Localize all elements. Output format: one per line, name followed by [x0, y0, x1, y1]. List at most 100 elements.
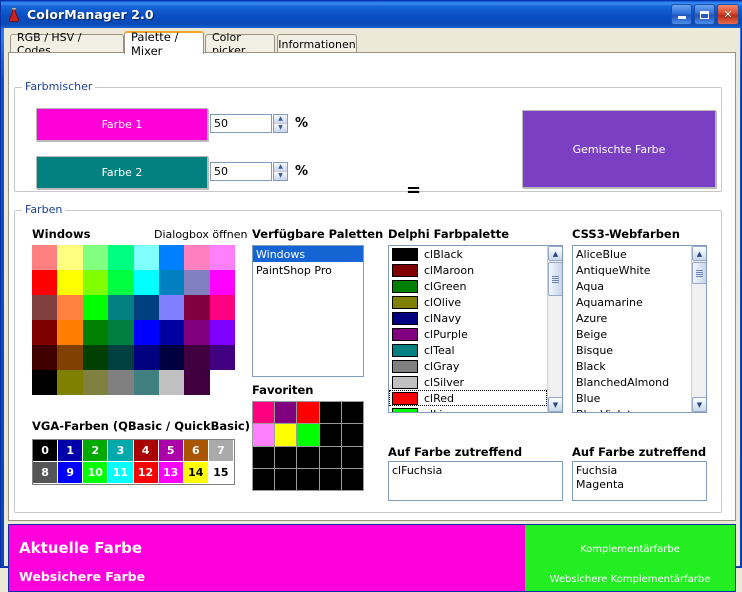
list-item[interactable]: Blue	[573, 390, 691, 406]
vga-color-cell[interactable]: 3	[108, 440, 134, 462]
current-color-bar[interactable]: Aktuelle Farbe Websichere Farbe	[9, 525, 525, 591]
windows-color-cell[interactable]	[108, 345, 134, 370]
dialogbox-oeffnen-link[interactable]: Dialogbox öffnen	[154, 228, 247, 241]
favorite-color-cell[interactable]	[275, 402, 297, 424]
delphi-palette-listbox[interactable]: clBlack clMaroon clGreen clOlive clNavy clPur…	[388, 245, 563, 413]
list-item[interactable]: clPurple	[389, 326, 547, 342]
windows-color-cell[interactable]	[32, 270, 58, 295]
windows-color-cell[interactable]	[82, 320, 109, 345]
list-item[interactable]: clRed	[389, 390, 547, 406]
vga-color-cell[interactable]: 2	[83, 440, 109, 462]
windows-color-cell[interactable]	[209, 295, 235, 320]
favorite-color-cell[interactable]	[253, 468, 275, 490]
vga-color-cell[interactable]: 1	[58, 440, 84, 462]
farbe1-spin-buttons[interactable]: ▲ ▼	[273, 114, 288, 133]
windows-color-cell[interactable]	[108, 270, 134, 295]
vga-color-cell[interactable]: 14	[183, 462, 209, 484]
windows-color-cell[interactable]	[158, 295, 185, 320]
vga-color-grid[interactable]: 0 1 2 3 4 5 6 7 8 9 10 11 12 13 14 15	[32, 439, 235, 485]
windows-color-cell[interactable]	[133, 370, 159, 395]
list-item[interactable]: Bisque	[573, 342, 691, 358]
css3-webcolors-listbox[interactable]: AliceBlue AntiqueWhite Aqua Aquamarine Azure…	[572, 245, 707, 413]
list-item[interactable]: Black	[573, 358, 691, 374]
windows-color-cell[interactable]	[184, 245, 210, 270]
favorite-color-cell[interactable]	[341, 468, 363, 490]
list-item[interactable]: Windows	[253, 246, 363, 262]
scroll-up-icon[interactable]: ▲	[692, 246, 706, 261]
tab-palette-mixer[interactable]: Palette / Mixer	[124, 30, 204, 58]
favorite-color-cell[interactable]	[297, 446, 319, 468]
windows-color-cell[interactable]	[209, 320, 235, 345]
vga-color-cell[interactable]: 5	[158, 440, 184, 462]
favorite-color-cell[interactable]	[319, 446, 341, 468]
farbe2-button[interactable]: Farbe 2	[36, 156, 208, 189]
windows-color-cell[interactable]	[57, 370, 83, 395]
farbe2-percent-input[interactable]: 50	[210, 162, 272, 181]
available-palettes-listbox[interactable]: Windows PaintShop Pro	[252, 245, 364, 377]
favorite-color-cell[interactable]	[319, 468, 341, 490]
list-item[interactable]: clSilver	[389, 374, 547, 390]
windows-color-cell[interactable]	[108, 245, 134, 270]
windows-color-cell[interactable]	[57, 295, 83, 320]
spin-down-icon[interactable]: ▼	[274, 124, 287, 132]
css-scrollbar[interactable]: ▲ ▼	[691, 246, 706, 412]
palettes-list[interactable]: Windows PaintShop Pro	[253, 246, 363, 376]
scroll-down-icon[interactable]: ▼	[692, 397, 706, 412]
list-item[interactable]: BlueViolet	[573, 406, 691, 413]
list-item[interactable]: clOlive	[389, 294, 547, 310]
windows-color-cell[interactable]	[57, 345, 83, 370]
windows-color-grid[interactable]	[32, 245, 235, 395]
list-item[interactable]: Aquamarine	[573, 294, 691, 310]
windows-color-cell[interactable]	[184, 320, 210, 345]
vga-color-cell[interactable]: 11	[108, 462, 134, 484]
favorite-color-cell[interactable]	[275, 468, 297, 490]
favorite-color-cell[interactable]	[319, 424, 341, 446]
vga-color-cell[interactable]: 12	[133, 462, 159, 484]
windows-color-cell[interactable]	[108, 320, 134, 345]
windows-color-cell[interactable]	[82, 270, 109, 295]
scrollbar-thumb[interactable]	[548, 262, 562, 296]
list-item[interactable]: clMaroon	[389, 262, 547, 278]
scroll-down-icon[interactable]: ▼	[548, 397, 562, 412]
farbe2-spin-buttons[interactable]: ▲ ▼	[273, 162, 288, 181]
list-item[interactable]: clNavy	[389, 310, 547, 326]
list-item[interactable]: Beige	[573, 326, 691, 342]
farbe2-percent-stepper[interactable]: 50 ▲ ▼ %	[210, 162, 308, 181]
windows-color-cell[interactable]	[57, 245, 83, 270]
favorites-color-grid[interactable]	[252, 401, 364, 491]
windows-color-cell[interactable]	[82, 295, 109, 320]
delphi-list[interactable]: clBlack clMaroon clGreen clOlive clNavy clPur…	[389, 246, 547, 412]
css-list[interactable]: AliceBlue AntiqueWhite Aqua Aquamarine Azure…	[573, 246, 691, 413]
windows-color-cell[interactable]	[184, 270, 210, 295]
windows-color-cell[interactable]	[209, 370, 235, 395]
list-item[interactable]: clGray	[389, 358, 547, 374]
favorite-color-cell[interactable]	[297, 402, 319, 424]
vga-color-cell[interactable]: 10	[83, 462, 109, 484]
vga-color-cell[interactable]: 13	[158, 462, 184, 484]
tab-informationen[interactable]: Informationen	[277, 34, 357, 53]
vga-color-cell[interactable]: 8	[33, 462, 59, 484]
farbe1-percent-input[interactable]: 50	[210, 114, 272, 133]
maximize-button[interactable]	[694, 4, 715, 25]
windows-color-cell[interactable]	[158, 370, 185, 395]
minimize-button[interactable]	[671, 4, 692, 25]
windows-color-cell[interactable]	[32, 295, 58, 320]
vga-color-cell[interactable]: 4	[133, 440, 159, 462]
windows-color-cell[interactable]	[32, 345, 58, 370]
windows-color-cell[interactable]	[57, 320, 83, 345]
list-item[interactable]: AntiqueWhite	[573, 262, 691, 278]
mixed-color-swatch[interactable]: Gemischte Farbe	[522, 110, 716, 188]
favorite-color-cell[interactable]	[275, 446, 297, 468]
windows-color-cell[interactable]	[158, 320, 185, 345]
favorite-color-cell[interactable]	[253, 424, 275, 446]
windows-color-cell[interactable]	[158, 270, 185, 295]
windows-color-cell[interactable]	[209, 345, 235, 370]
favorite-color-cell[interactable]	[297, 424, 319, 446]
windows-color-cell[interactable]	[184, 295, 210, 320]
delphi-scrollbar[interactable]: ▲ ▼	[547, 246, 562, 412]
windows-color-cell[interactable]	[158, 345, 185, 370]
windows-color-cell[interactable]	[184, 345, 210, 370]
close-button[interactable]: ✕	[717, 4, 739, 25]
list-item[interactable]: BlanchedAlmond	[573, 374, 691, 390]
list-item[interactable]: clGreen	[389, 278, 547, 294]
